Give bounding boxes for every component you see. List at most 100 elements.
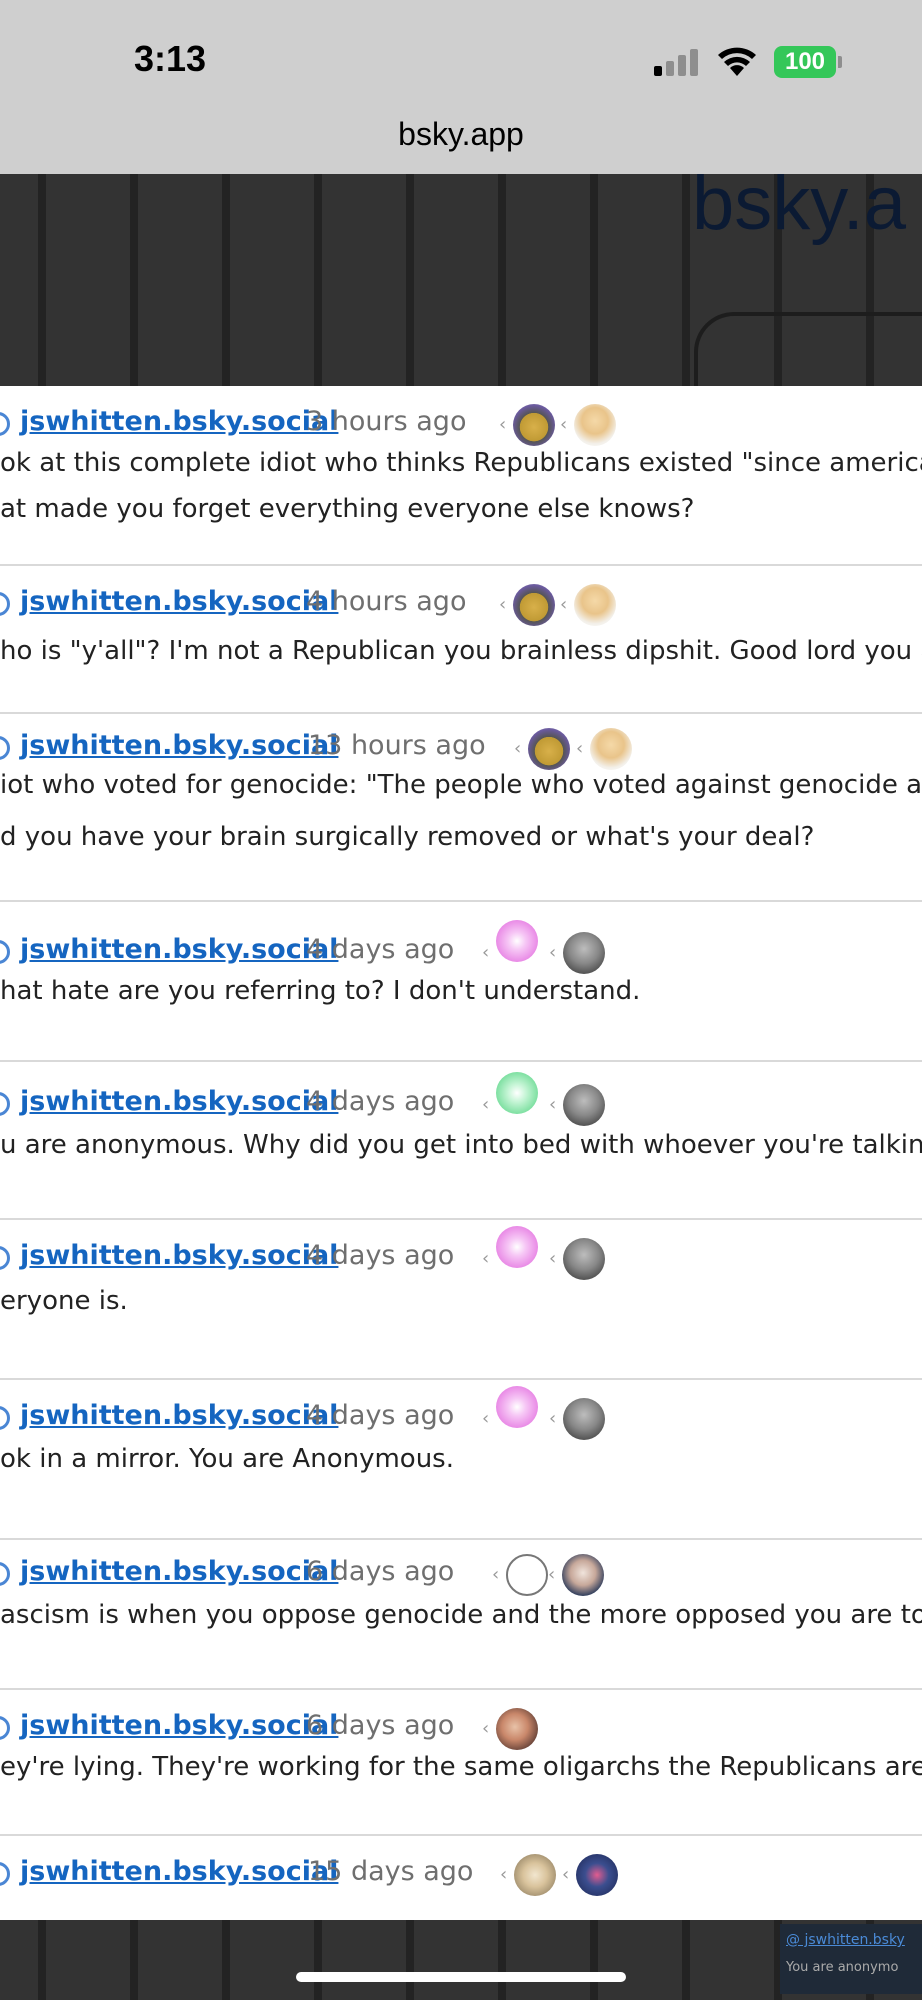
chevron-left-icon: ‹ — [562, 1864, 570, 1885]
reply-item[interactable]: jswhitten.bsky.social 4 hours ago ‹ ‹ ho is … — [0, 564, 922, 714]
timestamp: 4 days ago — [306, 1086, 455, 1117]
timestamp: 6 days ago — [306, 1556, 455, 1587]
chevron-left-icon: ‹ — [500, 1864, 508, 1885]
reply-text: d you have your brain surgically removed… — [0, 822, 815, 852]
bald-avatar[interactable] — [563, 1084, 605, 1126]
reply-item[interactable]: jswhitten.bsky.social 13 hours ago ‹ ‹ iot w… — [0, 712, 922, 902]
bald-avatar[interactable] — [563, 1398, 605, 1440]
cellular-signal-icon — [654, 48, 702, 76]
chevron-left-icon: ‹ — [549, 942, 557, 963]
at-icon — [0, 1862, 10, 1886]
chevron-left-icon: ‹ — [549, 1248, 557, 1269]
chevron-left-icon: ‹ — [549, 1094, 557, 1115]
minion-avatar[interactable] — [513, 404, 555, 446]
reply-text: eryone is. — [0, 1286, 128, 1316]
at-icon — [0, 1716, 10, 1740]
handle-link[interactable]: jswhitten.bsky.social — [20, 1086, 338, 1117]
timestamp: 4 hours ago — [306, 586, 467, 617]
clock: 3:13 — [134, 38, 207, 79]
navy-avatar[interactable] — [576, 1854, 618, 1896]
bald-avatar[interactable] — [563, 932, 605, 974]
reply-item[interactable]: jswhitten.bsky.social 6 days ago ‹ ‹ ascism … — [0, 1538, 922, 1690]
timestamp: 4 days ago — [306, 934, 455, 965]
blonde-avatar[interactable] — [590, 728, 632, 770]
at-icon — [0, 1562, 10, 1586]
reply-item[interactable]: jswhitten.bsky.social 4 days ago ‹ ‹ eryone … — [0, 1218, 922, 1380]
chevron-left-icon: ‹ — [482, 942, 490, 963]
face-avatar[interactable] — [496, 1708, 538, 1750]
chevron-left-icon: ‹ — [576, 738, 584, 759]
chevron-left-icon: ‹ — [499, 594, 507, 615]
chevron-left-icon: ‹ — [482, 1094, 490, 1115]
wifi-icon — [718, 47, 756, 76]
pink-avatar[interactable] — [496, 920, 538, 962]
battery-tip — [838, 56, 842, 68]
dog-avatar[interactable] — [514, 1854, 556, 1896]
reply-item[interactable]: jswhitten.bsky.social 4 days ago ‹ ‹ u are a… — [0, 1060, 922, 1220]
at-icon — [0, 592, 10, 616]
reply-item[interactable]: jswhitten.bsky.social 4 days ago ‹ ‹ ok in a… — [0, 1378, 922, 1540]
pink-avatar[interactable] — [496, 1226, 538, 1268]
backdrop-logo-text: bsky.a — [692, 161, 907, 246]
timestamp: 13 hours ago — [308, 730, 486, 761]
reply-text: u are anonymous. Why did you get into be… — [0, 1130, 922, 1160]
reply-feed: jswhitten.bsky.social 3 hours ago ‹ ‹ ok at … — [0, 386, 922, 1920]
reply-item[interactable]: jswhitten.bsky.social 4 days ago ‹ ‹ hat hat… — [0, 900, 922, 1062]
blonde-avatar[interactable] — [574, 584, 616, 626]
handle-link[interactable]: jswhitten.bsky.social — [20, 1856, 338, 1887]
minion-avatar[interactable] — [528, 728, 570, 770]
at-icon — [0, 1092, 10, 1116]
at-icon — [0, 1246, 10, 1270]
reply-item[interactable]: jswhitten.bsky.social 15 days ago ‹ ‹ — [0, 1834, 922, 1920]
home-indicator[interactable] — [296, 1972, 626, 1982]
at-icon — [0, 940, 10, 964]
bald-avatar[interactable] — [563, 1238, 605, 1280]
minion-avatar[interactable] — [513, 584, 555, 626]
reply-item[interactable]: jswhitten.bsky.social 3 hours ago ‹ ‹ ok at … — [0, 386, 922, 566]
status-bar: 3:13 100 bsky.app — [0, 0, 922, 174]
chevron-left-icon: ‹ — [482, 1718, 490, 1739]
handle-link[interactable]: jswhitten.bsky.social — [20, 586, 338, 617]
chevron-left-icon: ‹ — [560, 414, 568, 435]
chevron-left-icon: ‹ — [514, 738, 522, 759]
chevron-left-icon: ‹ — [482, 1248, 490, 1269]
reply-text: ascism is when you oppose genocide and t… — [0, 1600, 922, 1630]
reply-text: at made you forget everything everyone e… — [0, 494, 695, 524]
green-avatar[interactable] — [496, 1072, 538, 1114]
chevron-left-icon: ‹ — [548, 1564, 556, 1585]
handle-link[interactable]: jswhitten.bsky.social — [20, 406, 338, 437]
at-icon — [0, 1406, 10, 1430]
octopus-avatar[interactable] — [506, 1554, 548, 1596]
chevron-left-icon: ‹ — [482, 1408, 490, 1429]
reply-text: ho is "y'all"? I'm not a Republican you … — [0, 636, 922, 666]
url-bar[interactable]: bsky.app — [0, 116, 922, 153]
reply-text: ok in a mirror. You are Anonymous. — [0, 1444, 454, 1474]
reply-item[interactable]: jswhitten.bsky.social 6 days ago ‹ ey're ly… — [0, 1688, 922, 1836]
chevron-left-icon: ‹ — [499, 414, 507, 435]
timestamp: 15 days ago — [308, 1856, 474, 1887]
timestamp: 4 days ago — [306, 1400, 455, 1431]
handle-link[interactable]: jswhitten.bsky.social — [20, 730, 338, 761]
at-icon — [0, 736, 10, 760]
timestamp: 4 days ago — [306, 1240, 455, 1271]
preview-card[interactable]: @ jswhitten.bsky You are anonymo — [780, 1924, 922, 1994]
chevron-left-icon: ‹ — [560, 594, 568, 615]
handle-link[interactable]: jswhitten.bsky.social — [20, 1400, 338, 1431]
preview-text: You are anonymo — [786, 1960, 899, 1975]
pink-avatar[interactable] — [496, 1386, 538, 1428]
blonde-avatar[interactable] — [574, 404, 616, 446]
preview-handle[interactable]: @ jswhitten.bsky — [786, 1932, 905, 1948]
handle-link[interactable]: jswhitten.bsky.social — [20, 934, 338, 965]
reply-text: ey're lying. They're working for the sam… — [0, 1752, 922, 1782]
timestamp: 3 hours ago — [306, 406, 467, 437]
at-icon — [0, 412, 10, 436]
reply-text: ok at this complete idiot who thinks Rep… — [0, 448, 922, 478]
reply-text: hat hate are you referring to? I don't u… — [0, 976, 641, 1006]
chevron-left-icon: ‹ — [492, 1564, 500, 1585]
reply-text: iot who voted for genocide: "The people … — [0, 770, 922, 800]
handle-link[interactable]: jswhitten.bsky.social — [20, 1240, 338, 1271]
man-avatar[interactable] — [562, 1554, 604, 1596]
battery-icon: 100 — [774, 46, 836, 78]
handle-link[interactable]: jswhitten.bsky.social — [20, 1556, 338, 1587]
handle-link[interactable]: jswhitten.bsky.social — [20, 1710, 338, 1741]
